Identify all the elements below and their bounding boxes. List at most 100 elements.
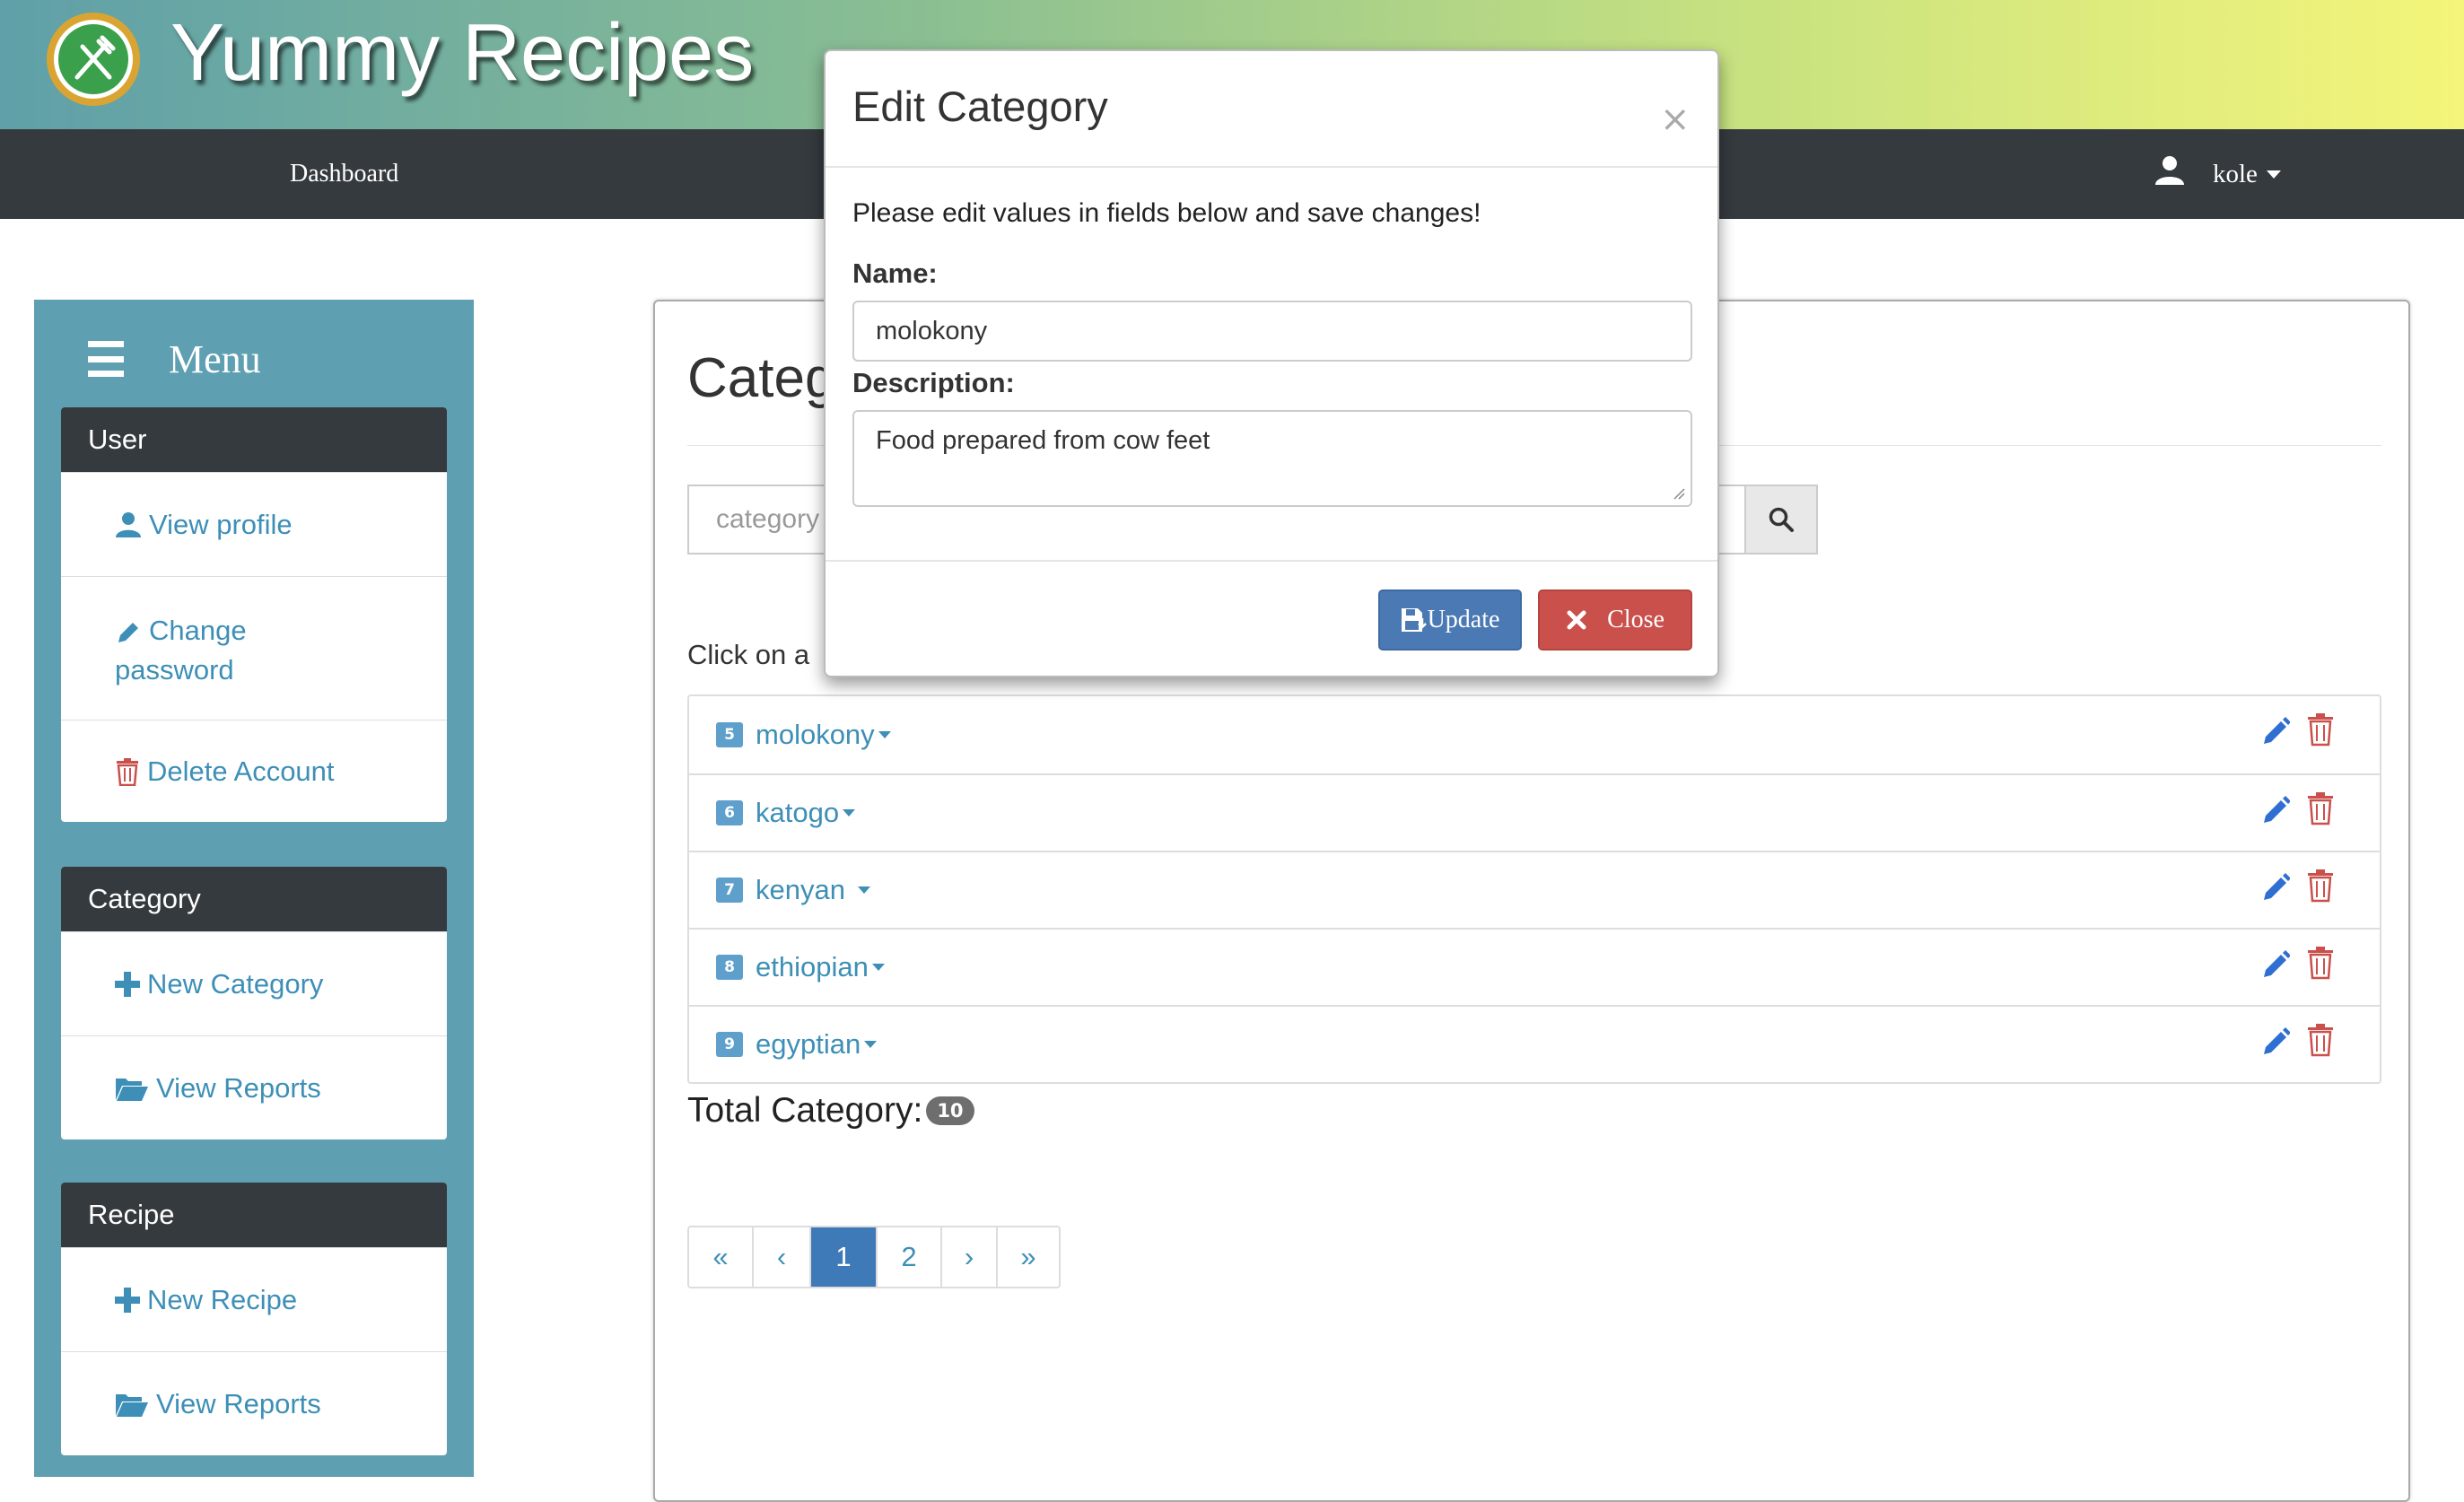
page-2[interactable]: 2 <box>876 1227 940 1287</box>
divider <box>826 166 1717 168</box>
close-label: Close <box>1607 606 1665 633</box>
user-icon <box>2155 156 2184 185</box>
user-menu-toggle[interactable]: kole <box>2213 160 2258 189</box>
modal-message: Please edit values in fields below and s… <box>852 198 1481 228</box>
search-button[interactable] <box>1744 485 1818 555</box>
edit-pencil-icon[interactable] <box>2261 714 2290 747</box>
category-name-toggle[interactable]: molokony <box>756 719 875 751</box>
page-next[interactable]: › <box>940 1227 996 1287</box>
total-category: Total Category: 10 <box>687 1091 974 1131</box>
plus-icon <box>115 971 140 997</box>
chevron-down-icon <box>857 886 870 894</box>
category-id-badge: 6 <box>716 800 743 825</box>
delete-trash-icon[interactable] <box>2306 712 2335 747</box>
close-icon[interactable]: × <box>1660 101 1691 137</box>
folder-open-icon <box>116 1078 148 1101</box>
update-label: Update <box>1427 606 1500 633</box>
sidebar-item-label: View Reports <box>156 1071 321 1104</box>
sidebar-item-label: New Category <box>147 967 324 1000</box>
edit-pencil-icon[interactable] <box>2261 793 2290 825</box>
category-name-toggle[interactable]: egyptian <box>756 1028 861 1061</box>
page-title: Categ <box>687 347 836 409</box>
sidebar-item-view-category-reports[interactable]: View Reports <box>61 1035 447 1140</box>
sidebar-item-view-profile[interactable]: View profile <box>61 472 447 576</box>
category-id-badge: 9 <box>716 1032 743 1057</box>
hint-text: Click on a <box>687 639 810 670</box>
menu-header[interactable]: Menu <box>88 332 261 386</box>
nav-dashboard-link[interactable]: Dashboard <box>290 160 398 188</box>
user-icon <box>116 511 141 537</box>
sidebar-item-change-password[interactable]: Change password <box>61 576 447 720</box>
sidebar-item-label: View profile <box>149 508 293 540</box>
category-id-badge: 8 <box>716 955 743 980</box>
page-1[interactable]: 1 <box>809 1227 876 1287</box>
app-title: Yummy Recipes <box>170 8 755 98</box>
chevron-down-icon <box>843 809 856 816</box>
sidebar-group-recipe: Recipe New Recipe View Reports <box>61 1183 447 1455</box>
delete-trash-icon[interactable] <box>2306 791 2335 825</box>
delete-trash-icon[interactable] <box>2306 946 2335 980</box>
sidebar-item-new-recipe[interactable]: New Recipe <box>61 1247 447 1351</box>
sidebar-item-label: View Reports <box>156 1387 321 1419</box>
search-icon <box>1769 507 1794 532</box>
sidebar-item-label: Delete Account <box>147 755 335 787</box>
page-first[interactable]: « <box>689 1227 752 1287</box>
chevron-down-icon <box>2267 170 2281 179</box>
total-count-badge: 10 <box>926 1096 974 1125</box>
category-id-badge: 7 <box>716 878 743 903</box>
divider <box>826 560 1717 562</box>
total-label: Total Category: <box>687 1091 923 1130</box>
edit-category-modal: Edit Category × Please edit values in fi… <box>824 49 1719 677</box>
edit-pencil-icon[interactable] <box>2261 870 2290 903</box>
category-name-toggle[interactable]: ethiopian <box>756 951 869 983</box>
modal-title: Edit Category <box>852 83 1108 130</box>
sidebar: Menu User View profile Change password D… <box>34 300 474 1477</box>
list-item: 8 ethiopian <box>689 928 2380 1005</box>
description-field[interactable]: Food prepared from cow feet <box>852 410 1692 507</box>
category-name-toggle[interactable]: kenyan <box>756 874 845 906</box>
delete-trash-icon[interactable] <box>2306 1023 2335 1057</box>
category-id-badge: 5 <box>716 722 743 747</box>
resize-handle-icon[interactable] <box>1673 487 1685 500</box>
trash-icon <box>117 757 138 786</box>
pagination: « ‹ 1 2 › » <box>687 1226 1061 1288</box>
sidebar-item-view-recipe-reports[interactable]: View Reports <box>61 1351 447 1455</box>
sidebar-group-title: Category <box>61 867 447 931</box>
list-item: 5 molokony <box>689 696 2380 773</box>
list-item: 6 katogo <box>689 773 2380 851</box>
update-button[interactable]: Update <box>1378 589 1522 651</box>
page-prev[interactable]: ‹ <box>752 1227 809 1287</box>
description-label: Description: <box>852 367 1015 398</box>
name-value: molokony <box>876 316 988 345</box>
name-field[interactable]: molokony <box>852 301 1692 362</box>
close-button[interactable]: Close <box>1538 589 1692 651</box>
sidebar-item-new-category[interactable]: New Category <box>61 931 447 1035</box>
x-icon <box>1567 610 1586 630</box>
sidebar-item-label: New Recipe <box>147 1283 298 1315</box>
chevron-down-icon <box>871 964 885 971</box>
edit-pencil-icon[interactable] <box>2261 947 2290 980</box>
fork-knife-icon <box>74 35 116 80</box>
sidebar-group-user: User View profile Change password Delete… <box>61 407 447 822</box>
search-placeholder: category <box>716 504 820 534</box>
chevron-down-icon <box>878 731 891 738</box>
description-value: Food prepared from cow feet <box>876 426 1210 455</box>
edit-pencil-icon[interactable] <box>2261 1025 2290 1057</box>
plus-icon <box>115 1287 140 1313</box>
category-name-toggle[interactable]: katogo <box>756 797 839 829</box>
hamburger-icon <box>88 341 124 377</box>
list-item: 7 kenyan <box>689 851 2380 928</box>
delete-trash-icon[interactable] <box>2306 869 2335 903</box>
folder-open-icon <box>116 1393 148 1417</box>
sidebar-item-delete-account[interactable]: Delete Account <box>61 720 447 822</box>
page-last[interactable]: » <box>996 1227 1059 1287</box>
sidebar-group-title: Recipe <box>61 1183 447 1247</box>
list-item: 9 egyptian <box>689 1005 2380 1082</box>
menu-title: Menu <box>169 336 261 381</box>
save-floppy-icon <box>1401 608 1427 632</box>
sidebar-group-title: User <box>61 407 447 472</box>
name-label: Name: <box>852 258 938 289</box>
pencil-icon <box>118 622 138 642</box>
logo <box>47 13 140 106</box>
category-list: 5 molokony 6 katogo 7 kenyan 8 ethiopian… <box>687 694 2381 1084</box>
